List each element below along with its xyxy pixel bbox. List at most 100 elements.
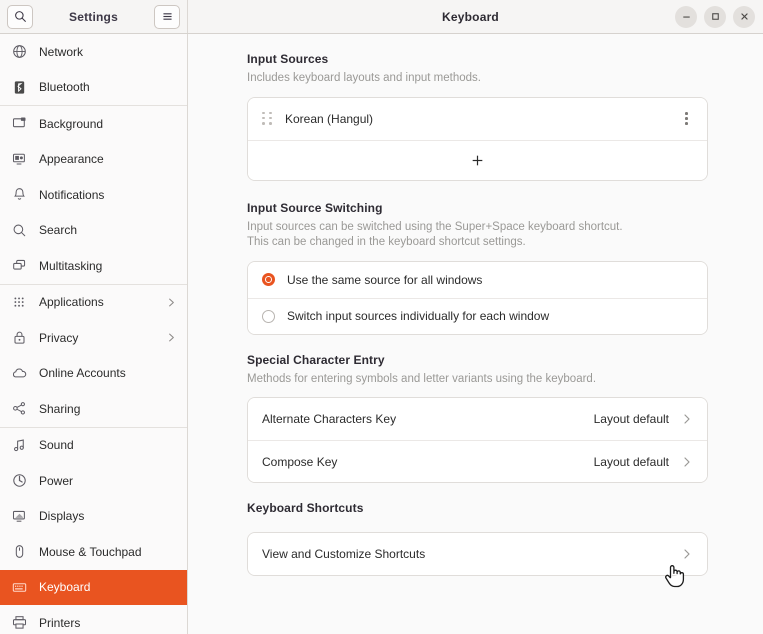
sidebar-headerbar: Settings: [0, 0, 188, 33]
alternate-characters-key-row[interactable]: Alternate Characters Key Layout default: [248, 398, 707, 440]
sidebar-item-label: Search: [39, 223, 78, 238]
maximize-icon: [711, 13, 719, 20]
input-source-row[interactable]: Korean (Hangul): [248, 97, 707, 140]
music-note-icon: [9, 438, 29, 453]
section-description: Includes keyboard layouts and input meth…: [247, 72, 481, 84]
sidebar-item-label: Multitasking: [39, 258, 103, 273]
section-description: Methods for entering symbols and letter …: [247, 372, 597, 385]
switching-options-card: Use the same source for all windows Swit…: [247, 260, 708, 335]
globe-icon: [9, 44, 29, 59]
page-title: Keyboard: [442, 9, 499, 24]
maximize-button[interactable]: [704, 5, 726, 28]
sidebar-item-label: Appearance: [39, 152, 104, 167]
bell-icon: [9, 187, 29, 202]
sidebar-item-label: Keyboard: [39, 580, 91, 595]
compose-key-row[interactable]: Compose Key Layout default: [248, 440, 707, 482]
add-input-source-button[interactable]: [248, 139, 707, 180]
special-character-entry-section: Special Character Entry Methods for ente…: [247, 352, 708, 483]
radio-button-selected-icon[interactable]: [262, 273, 275, 286]
sidebar-item-bluetooth[interactable]: Bluetooth: [0, 70, 187, 106]
section-title: Input Sources: [247, 52, 329, 66]
sidebar-item-search[interactable]: Search: [0, 213, 187, 249]
sidebar-item-privacy[interactable]: Privacy: [0, 320, 187, 356]
row-value: Layout default: [593, 412, 669, 426]
search-icon: [9, 223, 29, 238]
row-label: View and Customize Shortcuts: [262, 547, 426, 561]
sidebar-item-network[interactable]: Network: [0, 34, 187, 70]
sidebar-item-appearance[interactable]: Appearance: [0, 142, 187, 178]
overflow-menu-icon[interactable]: [680, 108, 693, 129]
windows-icon: [9, 258, 29, 273]
sidebar-item-multitasking[interactable]: Multitasking: [0, 248, 187, 284]
plus-icon: [472, 155, 483, 165]
monitor-icon: [9, 116, 29, 131]
search-button[interactable]: [7, 4, 33, 29]
sidebar-item-label: Mouse & Touchpad: [39, 544, 142, 559]
settings-sidebar: Network Bluetooth Background Appearance …: [0, 34, 188, 634]
row-value: Layout default: [593, 454, 669, 469]
section-title: Special Character Entry: [247, 352, 385, 367]
description-line-2: This can be changed in the keyboard shor…: [247, 236, 526, 248]
switching-option-same-source[interactable]: Use the same source for all windows: [248, 261, 707, 298]
minimize-button[interactable]: [675, 5, 697, 28]
section-title: Input Source Switching: [247, 200, 383, 215]
sidebar-item-label: Online Accounts: [39, 366, 126, 381]
main-headerbar: Keyboard: [188, 0, 763, 33]
sidebar-item-label: Printers: [39, 615, 81, 630]
sidebar-item-displays[interactable]: Displays: [0, 499, 187, 535]
close-button[interactable]: [733, 5, 755, 28]
switching-option-per-window[interactable]: Switch input sources individually for ea…: [248, 297, 707, 334]
minimize-icon: [682, 16, 690, 18]
sidebar-item-label: Sound: [39, 438, 74, 453]
sidebar-item-background[interactable]: Background: [0, 106, 187, 142]
row-label: Alternate Characters Key: [262, 412, 397, 426]
sidebar-item-power[interactable]: Power: [0, 463, 187, 499]
chevron-right-icon: [681, 456, 693, 468]
printer-icon: [9, 615, 29, 630]
sidebar-item-keyboard[interactable]: Keyboard: [0, 569, 187, 605]
radio-button-icon[interactable]: [262, 309, 275, 323]
hamburger-menu-icon: [162, 13, 172, 20]
lock-icon: [9, 330, 29, 345]
chevron-right-icon: [166, 332, 177, 343]
sidebar-item-notifications[interactable]: Notifications: [0, 177, 187, 213]
sidebar-item-applications[interactable]: Applications: [0, 285, 187, 321]
main-menu-button[interactable]: [154, 4, 180, 29]
sidebar-item-sharing[interactable]: Sharing: [0, 391, 187, 427]
section-title: Keyboard Shortcuts: [247, 501, 364, 515]
special-character-card: Alternate Characters Key Layout default …: [247, 397, 708, 483]
window-controls: [675, 5, 755, 28]
cloud-icon: [9, 366, 29, 381]
share-icon: [9, 401, 29, 416]
sidebar-item-sound[interactable]: Sound: [0, 428, 187, 464]
keyboard-shortcuts-section: Keyboard Shortcuts View and Customize Sh…: [247, 501, 708, 576]
keyboard-settings-content: Input Sources Includes keyboard layouts …: [188, 34, 763, 634]
sidebar-item-online-accounts[interactable]: Online Accounts: [0, 356, 187, 392]
input-sources-card: Korean (Hangul): [247, 96, 708, 181]
sidebar-item-printers[interactable]: Printers: [0, 605, 187, 634]
sidebar-item-label: Notifications: [39, 187, 105, 202]
window-titlebar: Settings Keyboard: [0, 0, 763, 34]
section-description: Input sources can be switched using the …: [247, 220, 708, 251]
sidebar-item-label: Sharing: [39, 401, 81, 416]
grid-dots-icon: [9, 295, 29, 310]
sidebar-item-label: Privacy: [39, 330, 79, 345]
sidebar-item-mouse-touchpad[interactable]: Mouse & Touchpad: [0, 534, 187, 570]
description-line-1: Input sources can be switched using the …: [247, 220, 623, 233]
sidebar-item-label: Power: [39, 473, 74, 488]
option-label: Use the same source for all windows: [287, 272, 483, 287]
power-icon: [9, 473, 29, 488]
window-body: Network Bluetooth Background Appearance …: [0, 34, 763, 634]
chevron-right-icon: [681, 413, 693, 425]
sidebar-title: Settings: [69, 9, 118, 24]
view-customize-shortcuts-row[interactable]: View and Customize Shortcuts: [248, 533, 707, 575]
option-label: Switch input sources individually for ea…: [287, 309, 550, 323]
drag-handle-icon[interactable]: [262, 111, 274, 126]
search-icon: [14, 11, 26, 22]
mouse-icon: [9, 544, 29, 559]
keyboard-icon: [9, 580, 29, 595]
